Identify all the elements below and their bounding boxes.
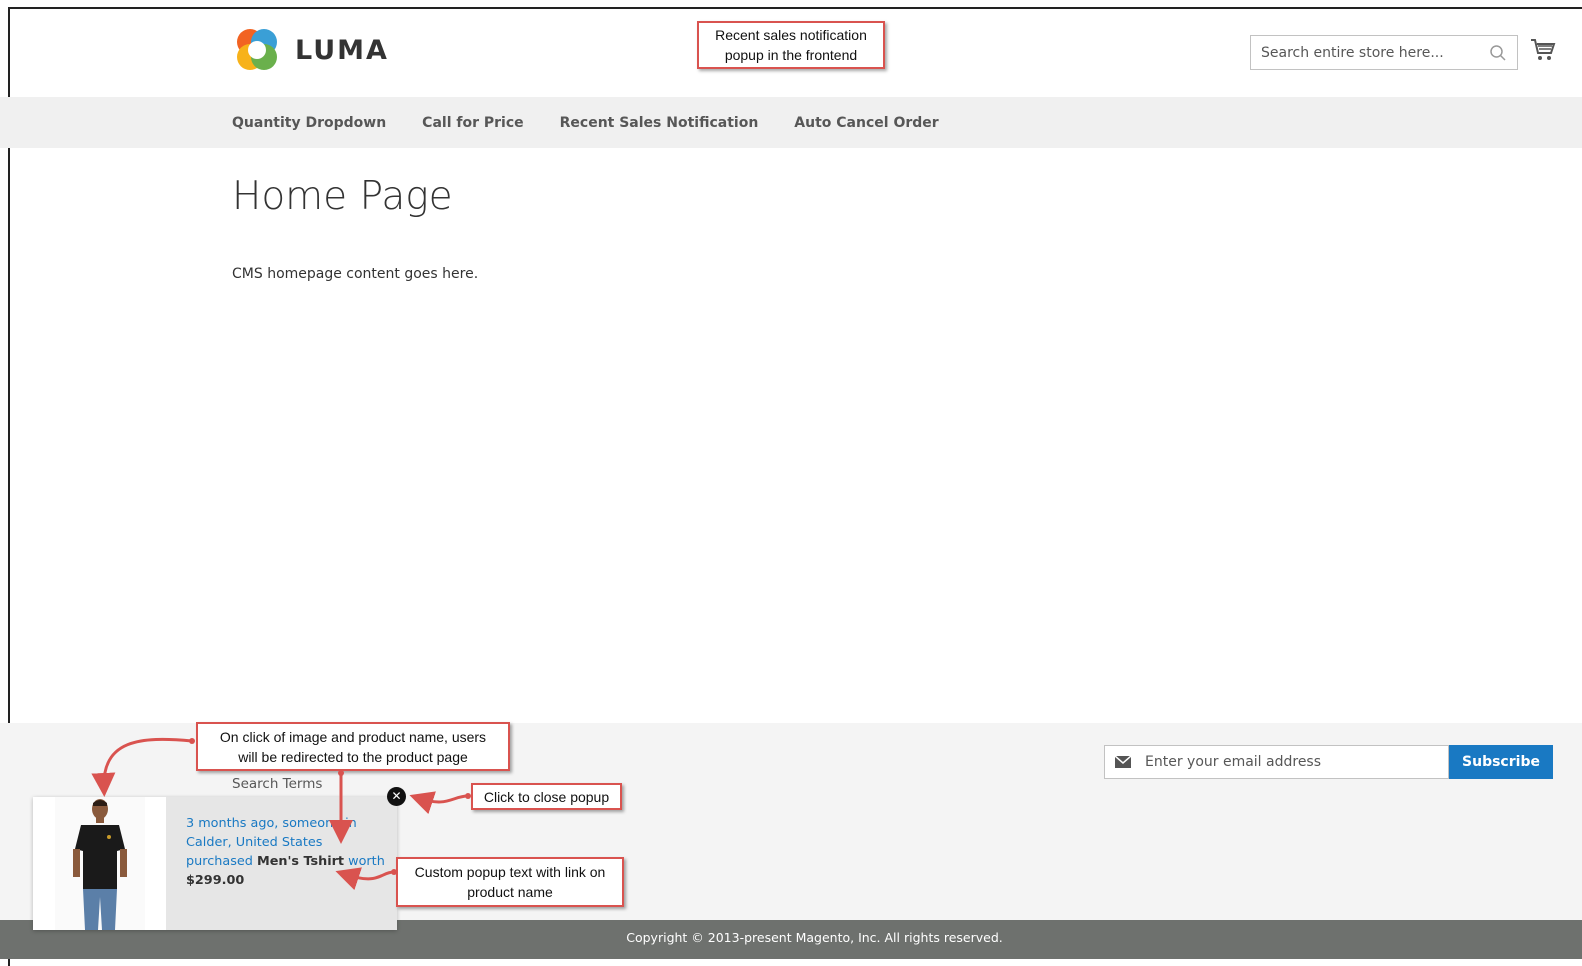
callout-line: product name [467,884,553,900]
popup-worth: worth [348,854,385,869]
nav-item-recent-sales-notification[interactable]: Recent Sales Notification [560,115,759,131]
logo-text: LUMA [295,34,389,66]
subscribe-button[interactable]: Subscribe [1449,745,1553,779]
nav-item-call-for-price[interactable]: Call for Price [422,115,523,131]
product-image[interactable] [33,797,166,930]
callout-close: Click to close popup [471,783,622,810]
nav-item-quantity-dropdown[interactable]: Quantity Dropdown [232,115,386,131]
popup-purchased: purchased [186,854,253,869]
product-name-link[interactable]: Men's Tshirt [257,854,344,869]
cart-icon[interactable] [1530,38,1556,62]
man-tshirt-image [55,797,145,930]
search-terms-link[interactable]: Search Terms [232,776,322,792]
callout-line: On click of image and product name, user… [219,729,487,745]
store-search[interactable] [1250,35,1518,70]
callout-line: popup in the frontend [724,47,858,63]
callout-line: Custom popup text with link on [414,864,606,880]
product-price: $299.00 [186,873,245,888]
search-input[interactable] [1261,44,1481,61]
popup-line-2: Calder, United States [186,835,323,850]
callout-line: Click to close popup [483,789,610,805]
email-input[interactable] [1145,754,1435,770]
page-title: Home Page [232,174,453,219]
search-icon[interactable] [1489,44,1507,62]
popup-line-1: 3 months ago, someone in [186,816,357,831]
mail-icon [1115,756,1131,768]
callout-redirect: On click of image and product name, user… [196,722,510,771]
luma-logo[interactable]: LUMA [232,25,389,75]
popup-close-button[interactable]: ✕ [387,787,406,806]
newsletter-field[interactable] [1104,745,1449,779]
callout-line: will be redirected to the product page [238,749,468,765]
callout-recent-sales: Recent sales notification popup in the f… [697,21,885,69]
popup-message: 3 months ago, someone in Calder, United … [166,797,386,930]
nav-item-auto-cancel-order[interactable]: Auto Cancel Order [794,115,938,131]
callout-line: Recent sales notification [715,27,867,43]
main-navigation: Quantity Dropdown Call for Price Recent … [0,97,1582,148]
recent-sales-popup: 3 months ago, someone in Calder, United … [33,797,397,930]
luma-logo-icon [237,29,277,70]
callout-custom-text: Custom popup text with link on product n… [396,857,624,907]
close-icon[interactable]: ✕ [391,790,401,802]
copyright-text: Copyright © 2013-present Magento, Inc. A… [626,930,1003,945]
cms-content: CMS homepage content goes here. [232,266,479,282]
